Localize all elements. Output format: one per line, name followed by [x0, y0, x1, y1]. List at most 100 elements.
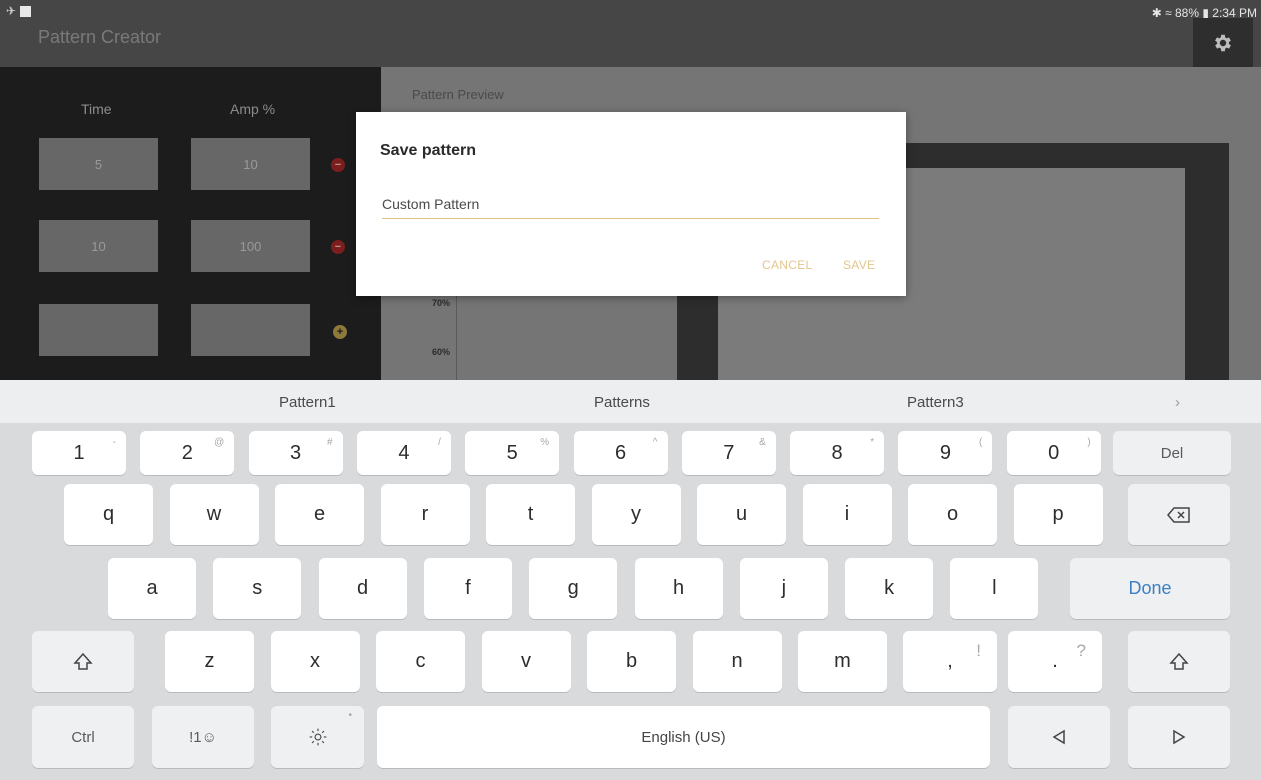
space-bar[interactable]: English (US): [377, 706, 990, 768]
key-secondary-label: @: [214, 437, 225, 448]
screenshot-icon: [20, 5, 32, 17]
letter-key[interactable]: u: [697, 484, 786, 545]
key-label: v: [521, 650, 531, 672]
comma-key[interactable]: , !: [903, 631, 997, 692]
time-field[interactable]: 10: [39, 220, 158, 272]
suggestion-item[interactable]: Pattern3: [907, 394, 964, 411]
letter-key[interactable]: p: [1013, 484, 1103, 545]
letter-key[interactable]: n: [692, 631, 782, 692]
key-label: 9: [939, 441, 951, 464]
amp-field[interactable]: [191, 304, 310, 356]
key-label: p: [1052, 503, 1064, 525]
letter-key[interactable]: l: [950, 558, 1039, 619]
letter-key[interactable]: b: [587, 631, 676, 692]
period-label: .: [1052, 650, 1058, 672]
suggestion-item[interactable]: Pattern1: [279, 394, 336, 411]
letter-key[interactable]: f: [423, 558, 512, 619]
suggestion-item[interactable]: Patterns: [594, 394, 650, 411]
number-key[interactable]: 1-: [32, 431, 126, 475]
letter-key[interactable]: m: [798, 631, 887, 692]
key-secondary-label: (: [979, 437, 983, 448]
amp-field[interactable]: 100: [191, 220, 310, 272]
cursor-left-key[interactable]: [1008, 706, 1110, 768]
number-key[interactable]: 7 &: [681, 431, 776, 475]
letter-key[interactable]: i: [802, 484, 892, 545]
cancel-button[interactable]: CANCEL: [762, 258, 812, 272]
time-field[interactable]: 5: [39, 138, 158, 190]
shift-key-left[interactable]: [32, 631, 134, 692]
letter-key[interactable]: y: [591, 484, 681, 545]
letter-key[interactable]: r: [380, 484, 470, 545]
number-key[interactable]: 2 @: [140, 431, 235, 475]
amp-field[interactable]: 10: [191, 138, 310, 190]
symbols-key[interactable]: !1☺: [152, 706, 254, 768]
key-label: 0: [1048, 441, 1060, 464]
key-secondary-label: ^: [652, 437, 658, 448]
shift-icon: [1169, 652, 1189, 670]
letter-key[interactable]: e: [275, 484, 364, 545]
key-label: j: [781, 577, 787, 599]
remove-row-button[interactable]: −: [331, 158, 345, 172]
letter-key[interactable]: h: [634, 558, 723, 619]
key-secondary-label: *: [870, 437, 875, 448]
chevron-right-icon[interactable]: ›: [1175, 394, 1180, 411]
shift-key-right[interactable]: [1128, 631, 1230, 692]
letter-key[interactable]: g: [529, 558, 618, 619]
key-label: 1: [73, 441, 85, 464]
key-label: m: [834, 650, 851, 672]
key-secondary-label: #: [327, 437, 333, 448]
ctrl-key[interactable]: Ctrl: [32, 706, 134, 768]
cursor-right-key[interactable]: [1128, 706, 1230, 768]
letter-key[interactable]: v: [481, 631, 571, 692]
key-label: t: [527, 503, 534, 525]
key-label: y: [631, 503, 641, 525]
letter-key[interactable]: o: [908, 484, 997, 545]
key-secondary-label: ): [1087, 437, 1091, 448]
number-key[interactable]: 5%: [465, 431, 560, 475]
backspace-key[interactable]: [1128, 484, 1230, 545]
pattern-name-input[interactable]: [382, 192, 879, 219]
letter-key[interactable]: c: [376, 631, 465, 692]
key-secondary-label: &: [759, 437, 766, 448]
letter-key[interactable]: d: [318, 558, 407, 619]
key-label: x: [310, 650, 320, 672]
key-label: q: [102, 503, 115, 525]
letter-key[interactable]: s: [213, 558, 302, 619]
letter-key[interactable]: a: [108, 558, 196, 619]
key-label: u: [735, 503, 748, 525]
settings-icon: [309, 728, 326, 746]
number-key[interactable]: 3 #: [248, 431, 343, 475]
number-key[interactable]: 4/: [356, 431, 451, 475]
dialog-title: Save pattern: [380, 142, 477, 159]
key-label: n: [731, 650, 743, 672]
period-key[interactable]: . ?: [1008, 631, 1102, 692]
letter-key[interactable]: t: [486, 484, 575, 545]
letter-key[interactable]: x: [270, 631, 360, 692]
key-label: g: [567, 577, 579, 599]
del-key[interactable]: Del: [1113, 431, 1231, 475]
arrow-right-icon: [1173, 729, 1186, 745]
plus-icon: +: [336, 325, 344, 338]
letter-key[interactable]: k: [845, 558, 934, 619]
key-label: 6: [614, 441, 627, 464]
number-key[interactable]: 9(: [898, 431, 993, 475]
time-field[interactable]: [39, 304, 158, 356]
number-key[interactable]: 6 ^: [573, 431, 668, 475]
save-button[interactable]: SAVE: [843, 258, 875, 272]
keyboard-settings-key[interactable]: •: [271, 706, 364, 768]
gear-icon: [1215, 34, 1231, 51]
add-row-button[interactable]: +: [333, 325, 347, 339]
letter-key[interactable]: z: [165, 631, 254, 692]
number-key[interactable]: 0): [1006, 431, 1101, 475]
letter-key[interactable]: j: [739, 558, 828, 619]
key-label: e: [313, 503, 326, 525]
number-key[interactable]: 8 *: [790, 431, 885, 475]
done-key[interactable]: Done: [1070, 558, 1230, 619]
remove-row-button[interactable]: −: [331, 240, 345, 254]
letter-key[interactable]: q: [64, 484, 153, 545]
key-label: 5: [506, 441, 518, 464]
comma-label: ,: [947, 650, 953, 672]
letter-key[interactable]: w: [169, 484, 259, 545]
settings-button[interactable]: [1193, 18, 1253, 67]
minus-icon: −: [334, 158, 342, 171]
